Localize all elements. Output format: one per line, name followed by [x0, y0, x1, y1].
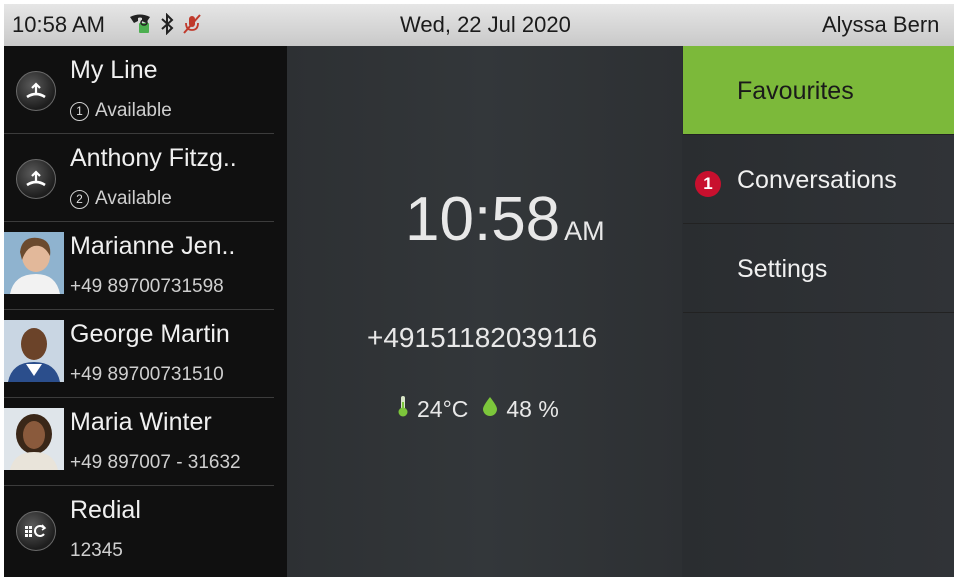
idle-screen: 10:58 AM +49151182039116 24°C 48 % [287, 46, 682, 577]
contact-name: Maria Winter [70, 408, 212, 436]
contact-photo [4, 232, 64, 294]
line-number-icon: 1 [70, 101, 89, 121]
main-menu: Favourites 1 Conversations Settings [683, 46, 954, 577]
contact-number: +49 89700731598 [70, 276, 224, 297]
line-status: 2 Available [70, 188, 172, 210]
menu-label: Settings [737, 255, 828, 283]
status-icons [128, 12, 202, 41]
line-key-my-line[interactable]: My Line 1 Available [4, 46, 274, 134]
menu-settings[interactable]: Settings [683, 224, 954, 313]
menu-label: Favourites [737, 77, 854, 105]
redial-key[interactable]: Redial 12345 [4, 486, 274, 573]
unread-badge: 1 [695, 171, 721, 197]
line-keys-panel: My Line 1 Available Anthony Fitzg.. 2 Av… [4, 46, 287, 577]
temperature-value: 24°C [417, 395, 469, 422]
line-name: Anthony Fitzg.. [70, 144, 237, 172]
line-status-text: Available [95, 100, 172, 121]
speed-dial-george[interactable]: George Martin +49 89700731510 [4, 310, 274, 398]
line-number-icon: 2 [70, 189, 89, 209]
line-name: My Line [70, 56, 158, 84]
idle-clock: 10:58 AM [405, 184, 605, 255]
status-date: Wed, 22 Jul 2020 [400, 12, 571, 37]
mic-muted-icon [182, 13, 202, 41]
bluetooth-icon [160, 12, 174, 41]
contact-photo [4, 408, 64, 470]
contact-number: +49 897007 - 31632 [70, 452, 241, 473]
phone-screen: 10:58 AM Wed, 22 Jul 2020 Alyssa Bern My… [4, 4, 954, 577]
line-key-icon [16, 71, 56, 111]
redial-icon [16, 511, 56, 551]
menu-label: Conversations [737, 166, 897, 194]
contact-name: George Martin [70, 320, 230, 348]
speed-dial-maria[interactable]: Maria Winter +49 897007 - 31632 [4, 398, 274, 486]
redial-label: Redial [70, 496, 141, 524]
contact-number: +49 89700731510 [70, 364, 224, 385]
contact-name: Marianne Jen.. [70, 232, 236, 260]
environment-readout: 24°C 48 % [397, 394, 559, 424]
menu-conversations[interactable]: 1 Conversations [683, 135, 954, 224]
own-phone-number: +49151182039116 [367, 322, 598, 353]
redial-number: 12345 [70, 540, 123, 561]
contact-photo [4, 320, 64, 382]
phone-lock-icon [128, 13, 152, 41]
status-user: Alyssa Bern [822, 12, 940, 37]
humidity-drop-icon [482, 395, 498, 423]
line-status: 1 Available [70, 100, 172, 122]
line-key-icon [16, 159, 56, 199]
thermometer-icon [397, 394, 409, 424]
line-key-anthony[interactable]: Anthony Fitzg.. 2 Available [4, 134, 274, 222]
clock-time: 10:58 [405, 185, 561, 254]
status-time: 10:58 AM [12, 12, 105, 37]
menu-favourites[interactable]: Favourites [683, 46, 954, 135]
status-bar: 10:58 AM Wed, 22 Jul 2020 Alyssa Bern [4, 4, 954, 46]
clock-ampm: AM [564, 216, 605, 246]
speed-dial-marianne[interactable]: Marianne Jen.. +49 89700731598 [4, 222, 274, 310]
line-status-text: Available [95, 188, 172, 209]
humidity-value: 48 % [506, 395, 559, 422]
